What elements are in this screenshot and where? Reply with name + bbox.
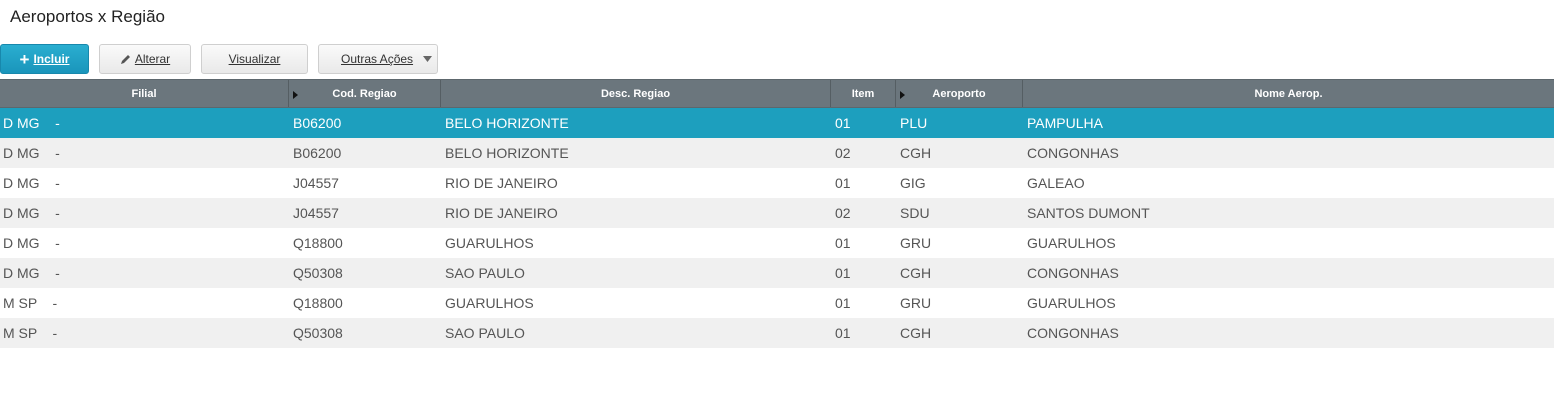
cell-cod-regiao: J04557 xyxy=(293,205,339,221)
cell-nome-aerop: CONGONHAS xyxy=(1027,325,1119,341)
table-row[interactable]: D MG - Q50308 SAO PAULO 01 CGH CONGONHAS xyxy=(0,258,1554,288)
cell-item: 01 xyxy=(835,175,851,191)
sort-arrow-icon xyxy=(293,91,298,99)
column-header-filial[interactable]: Filial xyxy=(0,80,289,107)
cell-desc-regiao: BELO HORIZONTE xyxy=(445,115,569,131)
table-row[interactable]: D MG - J04557 RIO DE JANEIRO 02 SDU SANT… xyxy=(0,198,1554,228)
cell-nome-aerop: GUARULHOS xyxy=(1027,235,1116,251)
column-header-nome-aerop[interactable]: Nome Aerop. xyxy=(1023,80,1554,107)
column-header-item[interactable]: Item xyxy=(831,80,896,107)
outras-acoes-label: Outras Ações xyxy=(341,52,414,66)
visualizar-button[interactable]: Visualizar xyxy=(201,44,308,74)
cell-cod-regiao: B06200 xyxy=(293,115,342,131)
cell-desc-regiao: RIO DE JANEIRO xyxy=(445,175,558,191)
cell-desc-regiao: BELO HORIZONTE xyxy=(445,145,569,161)
caret-down-icon[interactable] xyxy=(417,45,437,73)
cell-nome-aerop: CONGONHAS xyxy=(1027,265,1119,281)
cell-filial: D MG - xyxy=(3,265,60,281)
cell-aeroporto: GRU xyxy=(900,235,932,251)
table-row[interactable]: M SP - Q50308 SAO PAULO 01 CGH CONGONHAS xyxy=(0,318,1554,348)
cell-item: 01 xyxy=(835,295,851,311)
visualizar-label: Visualizar xyxy=(228,52,281,66)
table-row[interactable]: D MG - B06200 BELO HORIZONTE 02 CGH CONG… xyxy=(0,138,1554,168)
cell-nome-aerop: CONGONHAS xyxy=(1027,145,1119,161)
cell-cod-regiao: Q18800 xyxy=(293,295,343,311)
cell-desc-regiao: GUARULHOS xyxy=(445,295,534,311)
cell-nome-aerop: GUARULHOS xyxy=(1027,295,1116,311)
cell-cod-regiao: B06200 xyxy=(293,145,342,161)
cell-filial: M SP - xyxy=(3,295,58,311)
cell-item: 01 xyxy=(835,325,851,341)
alterar-label: Alterar xyxy=(134,52,171,66)
grid-header: Filial Cod. Regiao Desc. Regiao Item Aer… xyxy=(0,79,1554,108)
cell-aeroporto: CGH xyxy=(900,265,932,281)
data-grid: Filial Cod. Regiao Desc. Regiao Item Aer… xyxy=(0,79,1554,348)
cell-cod-regiao: Q50308 xyxy=(293,265,343,281)
table-row[interactable]: D MG - J04557 RIO DE JANEIRO 01 GIG GALE… xyxy=(0,168,1554,198)
column-header-desc-regiao[interactable]: Desc. Regiao xyxy=(441,80,831,107)
cell-item: 02 xyxy=(835,205,851,221)
cell-nome-aerop: SANTOS DUMONT xyxy=(1027,205,1150,221)
cell-nome-aerop: GALEAO xyxy=(1027,175,1085,191)
incluir-button[interactable]: + Incluir xyxy=(0,44,89,74)
plus-icon: + xyxy=(19,49,30,69)
cell-aeroporto: CGH xyxy=(900,325,932,341)
cell-aeroporto: CGH xyxy=(900,145,932,161)
table-row[interactable]: M SP - Q18800 GUARULHOS 01 GRU GUARULHOS xyxy=(0,288,1554,318)
sort-arrow-icon xyxy=(900,91,905,99)
outras-acoes-button[interactable]: Outras Ações xyxy=(318,44,438,74)
cell-cod-regiao: J04557 xyxy=(293,175,339,191)
incluir-label: Incluir xyxy=(33,52,70,66)
cell-filial: D MG - xyxy=(3,175,60,191)
cell-filial: D MG - xyxy=(3,205,60,221)
page-title: Aeroportos x Região xyxy=(10,7,165,26)
cell-nome-aerop: PAMPULHA xyxy=(1027,115,1103,131)
pencil-icon xyxy=(120,54,131,65)
cell-desc-regiao: RIO DE JANEIRO xyxy=(445,205,558,221)
cell-filial: D MG - xyxy=(3,235,60,251)
alterar-button[interactable]: Alterar xyxy=(99,44,191,74)
cell-desc-regiao: GUARULHOS xyxy=(445,235,534,251)
cell-cod-regiao: Q18800 xyxy=(293,235,343,251)
table-row[interactable]: D MG - Q18800 GUARULHOS 01 GRU GUARULHOS xyxy=(0,228,1554,258)
cell-aeroporto: GRU xyxy=(900,295,932,311)
column-header-cod-regiao[interactable]: Cod. Regiao xyxy=(289,80,441,107)
cell-cod-regiao: Q50308 xyxy=(293,325,343,341)
cell-filial: M SP - xyxy=(3,325,58,341)
cell-item: 01 xyxy=(835,235,851,251)
table-row[interactable]: D MG - B06200 BELO HORIZONTE 01 PLU PAMP… xyxy=(0,108,1554,138)
cell-filial: D MG - xyxy=(3,115,60,131)
cell-filial: D MG - xyxy=(3,145,60,161)
cell-item: 01 xyxy=(835,265,851,281)
cell-item: 02 xyxy=(835,145,851,161)
column-header-aeroporto[interactable]: Aeroporto xyxy=(896,80,1023,107)
cell-desc-regiao: SAO PAULO xyxy=(445,265,525,281)
cell-aeroporto: GIG xyxy=(900,175,926,191)
cell-desc-regiao: SAO PAULO xyxy=(445,325,525,341)
cell-aeroporto: PLU xyxy=(900,115,928,131)
cell-aeroporto: SDU xyxy=(900,205,930,221)
cell-item: 01 xyxy=(835,115,851,131)
